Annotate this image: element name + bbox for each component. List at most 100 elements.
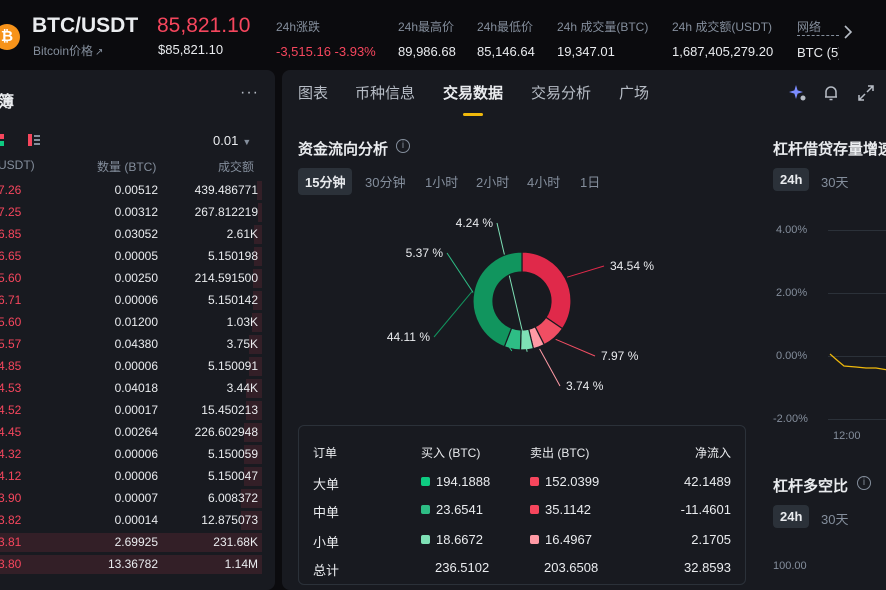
orderbook-row[interactable]: 4.32 0.00006 5.150059 (0, 443, 262, 465)
ask-price: 4.52 (0, 403, 22, 417)
ask-price: 4.32 (0, 447, 22, 461)
ask-quantity: 0.00014 (114, 513, 158, 527)
bell-icon[interactable] (822, 84, 840, 102)
sell-value: 203.6508 (544, 560, 598, 575)
orderbook-row[interactable]: 7.26 0.00512 439.486771 (0, 179, 262, 201)
orderbook-row[interactable]: 5.60 0.01200 1.03K (0, 311, 262, 333)
info-icon[interactable]: i (396, 139, 410, 153)
tab-trading-analysis[interactable]: 交易分析 (531, 82, 591, 103)
ask-price: 3.82 (0, 513, 22, 527)
color-swatch (421, 477, 430, 486)
orderbook-row[interactable]: 4.52 0.00017 15.450213 (0, 399, 262, 421)
ls-timeframe-24h[interactable]: 24h (773, 505, 810, 528)
stat-value: BTC (5) (797, 45, 839, 60)
stat-24h-volume: 24h 成交量(BTC) 19,347.01 (557, 18, 648, 59)
timeframe-1d[interactable]: 1日 (580, 172, 600, 191)
orderbook-row[interactable]: 4.53 0.04018 3.44K (0, 377, 262, 399)
expand-icon[interactable] (857, 84, 875, 102)
col-net: 净流入 (694, 446, 731, 460)
orderbook-row[interactable]: 4.45 0.00264 226.602948 (0, 421, 262, 443)
ask-amount: 226.602948 (194, 425, 258, 439)
net-inflow-value: 32.8593 (684, 560, 731, 575)
orderbook-row[interactable]: 3.90 0.00007 6.008372 (0, 487, 262, 509)
ask-quantity: 0.00006 (114, 447, 158, 461)
color-swatch (530, 505, 539, 514)
orderbook-row[interactable]: 4.85 0.00006 5.150091 (0, 355, 262, 377)
orderbook-row[interactable]: 5.60 0.00250 214.591500 (0, 267, 262, 289)
timeframe-2h[interactable]: 2小时 (476, 172, 509, 191)
coin-price-link[interactable]: Bitcoin价格 ↗ (33, 42, 103, 59)
stat-network[interactable]: 网络 BTC (5) (797, 18, 839, 60)
slice-percent-label: 44.11 % (387, 330, 430, 344)
tab-trading-data[interactable]: 交易数据 (443, 82, 503, 103)
net-inflow-value: 42.1489 (684, 474, 731, 489)
ask-price: 5.60 (0, 271, 22, 285)
orderbook-row[interactable]: 5.57 0.04380 3.75K (0, 333, 262, 355)
ask-quantity: 13.36782 (107, 557, 158, 571)
precision-value: 0.01 (213, 133, 239, 148)
timeframe-30m[interactable]: 30分钟 (365, 172, 405, 191)
ask-amount: 5.150047 (207, 469, 258, 483)
orderbook-row[interactable]: 3.80 13.36782 1.14M (0, 553, 262, 575)
more-options-icon[interactable]: ··· (240, 84, 259, 102)
precision-select[interactable]: 0.01 ▼ (213, 133, 251, 148)
ask-amount: 12.875073 (201, 513, 258, 527)
sell-value-text: 152.0399 (545, 474, 600, 489)
info-icon[interactable]: i (857, 476, 871, 490)
fund-flow-table: 订单 买入 (BTC) 卖出 (BTC) 净流入 大单 194.1888 152.0… (298, 425, 746, 585)
order-size-label: 中单 (313, 502, 339, 521)
orderbook-row[interactable]: 4.12 0.00006 5.150047 (0, 465, 262, 487)
y-tick: 2.00% (776, 287, 808, 299)
ask-price: 3.90 (0, 491, 22, 505)
orderbook-row[interactable]: 7.25 0.00312 267.812219 (0, 201, 262, 223)
stat-24h-change: 24h涨跌 -3,515.16 -3.93% (276, 18, 376, 59)
net-inflow-value-text: -11.4601 (680, 502, 731, 517)
tab-chart[interactable]: 图表 (298, 82, 328, 103)
x-tick: 12:00 (833, 430, 861, 442)
stat-value: 89,986.68 (398, 44, 456, 59)
ask-price: 7.26 (0, 183, 22, 197)
tab-coin-info[interactable]: 币种信息 (355, 82, 415, 103)
buy-value: 18.6672 (421, 532, 483, 547)
net-inflow-value-text: 32.8593 (684, 560, 731, 575)
ask-amount: 3.44K (226, 381, 258, 395)
net-inflow-value-text: 2.1705 (691, 532, 731, 547)
net-inflow-value: 2.1705 (691, 532, 731, 547)
last-price-usd: $85,821.10 (158, 42, 224, 57)
stat-24h-low: 24h最低价 85,146.64 (477, 18, 535, 59)
ask-price: 5.57 (0, 337, 22, 351)
order-size-label: 小单 (313, 532, 339, 551)
ask-quantity: 0.00017 (114, 403, 158, 417)
orderbook-mode-asks-icon[interactable] (28, 133, 40, 146)
margin-timeframe-30d[interactable]: 30天 (821, 172, 848, 191)
ask-price: 6.85 (0, 227, 22, 241)
ai-sparkle-icon[interactable] (788, 84, 806, 102)
sell-value-text: 16.4967 (545, 532, 592, 547)
pair-title[interactable]: BTC/USDT (32, 14, 138, 38)
orderbook-row[interactable]: 6.85 0.03052 2.61K (0, 223, 262, 245)
ask-amount: 3.75K (226, 337, 258, 351)
timeframe-4h[interactable]: 4小时 (527, 172, 560, 191)
orderbook-mode-both-icon[interactable] (0, 133, 10, 146)
order-size-label: 总计 (313, 560, 339, 579)
orderbook-row[interactable]: 3.82 0.00014 12.875073 (0, 509, 262, 531)
chevron-right-icon[interactable] (843, 24, 853, 45)
timeframe-1h[interactable]: 1小时 (425, 172, 458, 191)
ask-quantity: 0.00006 (114, 469, 158, 483)
margin-timeframe-24h[interactable]: 24h (773, 168, 810, 191)
orderbook-row[interactable]: 3.81 2.69925 231.68K (0, 531, 262, 553)
orderbook-row[interactable]: 6.71 0.00006 5.150142 (0, 289, 262, 311)
tab-square[interactable]: 广场 (619, 82, 649, 103)
orderbook-col-price: USDT) (0, 158, 35, 172)
col-order: 订单 (313, 446, 338, 460)
slice-percent-label: 5.37 % (406, 246, 444, 260)
ls-timeframe-30d[interactable]: 30天 (821, 509, 848, 528)
y-tick: 100.00 (773, 560, 807, 572)
order-size-label: 大单 (313, 474, 339, 493)
gridline (828, 293, 886, 294)
sell-value: 152.0399 (530, 474, 599, 489)
slice-leader-line (539, 348, 561, 387)
orderbook-row[interactable]: 6.65 0.00005 5.150198 (0, 245, 262, 267)
timeframe-15m[interactable]: 15分钟 (298, 168, 353, 195)
gridline (828, 419, 886, 420)
